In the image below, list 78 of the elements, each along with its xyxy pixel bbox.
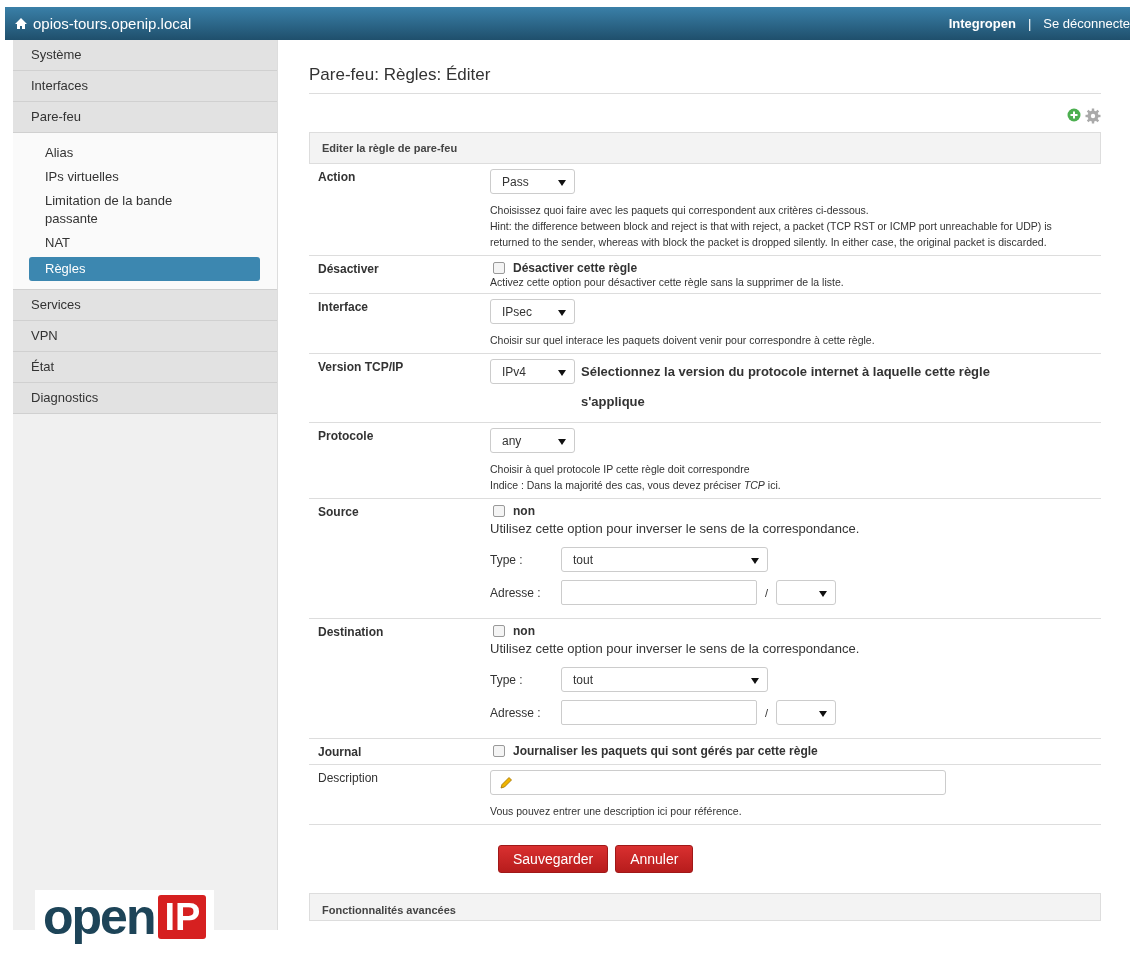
mask-dropdown[interactable] [776, 700, 837, 725]
submenu-item[interactable]: Limitation de la bande passante [29, 189, 211, 231]
type-dropdown[interactable]: tout [561, 667, 768, 692]
field-label: Interface [317, 299, 370, 316]
slash-text: / [765, 586, 769, 599]
field-label: Journal [317, 744, 363, 759]
help-text: Choisir à quel protocole IP cette règle doit correspondre [490, 462, 751, 477]
checkbox-label: Journaliser les paquets qui sont gérés par cette règle [513, 744, 818, 758]
help-text: Indice : Dans la majorité des cas, vous devez préciser TCP ici. [490, 478, 782, 493]
field-label: Désactiver [317, 261, 380, 278]
help-text: Utilisez cette option pour inverser le sens de la correspondance. [490, 521, 861, 536]
caret-icon [751, 678, 759, 684]
add-icon[interactable] [1067, 108, 1081, 122]
slash-text: / [765, 706, 769, 719]
section-header: Fonctionnalités avancées [309, 893, 1101, 921]
page-title: Pare-feu: Règles: Éditer [309, 40, 1101, 94]
address-label: Adresse : [490, 705, 542, 720]
dropdown[interactable]: any [490, 428, 575, 453]
address-field[interactable] [561, 700, 757, 725]
checkbox[interactable] [493, 505, 505, 517]
home-icon[interactable] [15, 18, 27, 29]
address-label: Adresse : [490, 585, 542, 600]
form-button[interactable]: Annuler [615, 845, 694, 873]
checkbox-label: non [513, 624, 535, 638]
sidebar-item[interactable]: État [13, 352, 277, 383]
caret-icon [558, 439, 566, 445]
field-label: Protocole [317, 428, 375, 445]
checkbox[interactable] [493, 625, 505, 637]
logo: open IP [35, 890, 215, 944]
submenu-item[interactable]: IPs virtuelles [29, 165, 211, 189]
help-text: Vous pouvez entrer une description ici pour référence. [490, 804, 743, 819]
submenu-item[interactable]: NAT [29, 231, 211, 255]
sidebar-item[interactable]: Diagnostics [13, 383, 277, 414]
field-label: Version TCP/IP [317, 359, 405, 376]
field-label: Source [317, 504, 360, 521]
checkbox[interactable] [493, 262, 505, 274]
sidebar-item[interactable]: VPN [13, 321, 277, 352]
caret-icon [751, 558, 759, 564]
help-text: Choisissez quoi faire avec les paquets qui correspondent aux critères ci-dessous. [490, 203, 870, 218]
sidebar-item[interactable]: Système [13, 40, 277, 71]
caret-icon [819, 711, 828, 717]
form-button[interactable]: Sauvegarder [498, 845, 609, 873]
user-link[interactable]: Integropen [948, 16, 1016, 31]
dropdown[interactable]: IPv4 [490, 359, 575, 384]
field-label: Description [317, 770, 380, 787]
submenu-item[interactable]: Alias [29, 141, 211, 165]
description-field[interactable] [490, 770, 946, 795]
sidebar-item[interactable]: Pare-feu [13, 102, 277, 133]
settings-icon[interactable] [1085, 108, 1101, 124]
mask-dropdown[interactable] [776, 580, 837, 605]
host-title[interactable]: opios-tours.openip.local [33, 15, 192, 32]
caret-icon [558, 180, 566, 186]
pencil-icon [499, 775, 513, 790]
field-label: Action [317, 169, 357, 186]
address-field[interactable] [561, 580, 757, 605]
type-dropdown[interactable]: tout [561, 547, 768, 572]
help-text: Hint: the difference between block and reject is that with reject, a packet (TCP RST or ICMP port unreachable for UDP) is returned to the sender, whereas with block the packet is dropped silently. In either case, the original packet is discarded. [490, 219, 1053, 250]
type-label: Type : [490, 672, 524, 687]
section-header: Editer la règle de pare-feu [309, 132, 1101, 164]
field-label: Destination [317, 624, 385, 641]
dropdown[interactable]: IPsec [490, 299, 575, 324]
note-text: Sélectionnez la version du protocole internet à laquelle cette règle s'applique [581, 363, 991, 411]
checkbox-label: Désactiver cette règle [513, 261, 638, 275]
logout-link[interactable]: Se déconnecte [1043, 16, 1130, 31]
caret-icon [819, 591, 828, 597]
dropdown[interactable]: Pass [490, 169, 575, 194]
caret-icon [558, 310, 566, 316]
checkbox-label: non [513, 504, 535, 518]
checkbox[interactable] [493, 745, 505, 757]
help-text: Choisir sur quel interace les paquets doivent venir pour correspondre à cette règle. [490, 333, 876, 348]
separator: | [1027, 16, 1032, 31]
submenu-item[interactable]: Règles [29, 257, 260, 281]
caret-icon [558, 370, 566, 376]
type-label: Type : [490, 552, 524, 567]
sidebar-item[interactable]: Interfaces [13, 71, 277, 102]
help-text: Activez cette option pour désactiver cette règle sans la supprimer de la liste. [490, 276, 845, 288]
sidebar-item[interactable]: Services [13, 290, 277, 321]
help-text: Utilisez cette option pour inverser le sens de la correspondance. [490, 641, 861, 656]
